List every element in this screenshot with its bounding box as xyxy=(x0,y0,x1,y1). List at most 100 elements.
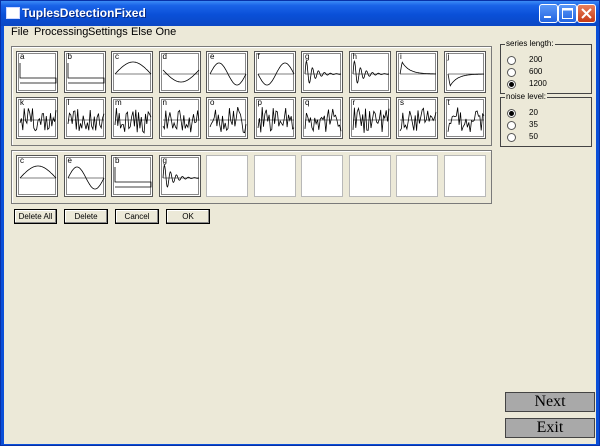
menu-processing[interactable]: Processing xyxy=(34,26,88,39)
application-window: TuplesDetectionFixed File Processing Set… xyxy=(0,0,600,446)
library-pattern-p[interactable]: p xyxy=(253,97,296,139)
minimize-button[interactable] xyxy=(539,4,558,23)
pattern-plot xyxy=(67,109,104,131)
pattern-plot xyxy=(257,62,294,86)
pattern-label: i xyxy=(400,52,402,61)
selection-pattern-g[interactable]: g xyxy=(158,155,201,197)
next-button[interactable]: Next xyxy=(505,392,595,412)
pattern-label: g xyxy=(305,52,310,61)
selection-empty-slot[interactable] xyxy=(206,155,248,197)
client-area: File Processing Settings Else One a b c d e f… xyxy=(4,26,596,444)
pattern-curve xyxy=(447,73,484,87)
pattern-label: b xyxy=(115,156,120,165)
delete-all-button[interactable]: Delete All xyxy=(14,209,57,224)
pattern-label: f xyxy=(257,52,260,61)
menu-settings[interactable]: Settings xyxy=(88,26,128,39)
pattern-curve xyxy=(162,164,199,188)
library-pattern-g[interactable]: g xyxy=(301,51,343,93)
radio-button[interactable] xyxy=(507,80,516,89)
library-pattern-b[interactable]: b xyxy=(63,51,106,93)
radio-button[interactable] xyxy=(507,68,516,77)
pattern-label: q xyxy=(305,98,310,107)
pattern-label: e xyxy=(67,156,72,165)
pattern-curve xyxy=(19,165,57,179)
selection-empty-slot[interactable] xyxy=(253,155,296,197)
title-bar[interactable]: TuplesDetectionFixed xyxy=(1,1,599,26)
maximize-button[interactable] xyxy=(558,4,577,23)
library-pattern-c[interactable]: c xyxy=(111,51,153,93)
maximize-icon xyxy=(562,8,573,19)
pattern-plot xyxy=(447,73,484,87)
cancel-button[interactable]: Cancel xyxy=(115,209,159,224)
menu-file[interactable]: File xyxy=(11,26,29,39)
close-icon xyxy=(581,8,592,19)
delete-button[interactable]: Delete xyxy=(64,209,108,224)
pattern-curve xyxy=(162,109,199,133)
pattern-curve xyxy=(304,108,342,133)
pattern-label: s xyxy=(400,98,404,107)
library-pattern-d[interactable]: d xyxy=(158,51,201,93)
menu-else-one[interactable]: Else One xyxy=(131,26,176,39)
pattern-curve xyxy=(304,60,342,84)
pattern-plot xyxy=(447,107,484,133)
noise-level-group: noise level: 20 35 50 xyxy=(500,92,592,147)
library-pattern-t[interactable]: t xyxy=(443,97,486,139)
library-pattern-s[interactable]: s xyxy=(396,97,438,139)
radio-button[interactable] xyxy=(507,109,516,118)
library-pattern-m[interactable]: m xyxy=(111,97,153,139)
pattern-curve xyxy=(352,60,389,84)
pattern-curve xyxy=(67,63,104,84)
pattern-label: t xyxy=(447,98,450,107)
pattern-label: e xyxy=(210,52,215,61)
library-pattern-r[interactable]: r xyxy=(348,97,391,139)
library-pattern-k[interactable]: k xyxy=(16,97,58,139)
noise-level-legend: noise level: xyxy=(505,92,548,102)
library-pattern-j[interactable]: j xyxy=(443,51,486,93)
radio-label: 35 xyxy=(529,120,538,129)
pattern-label: g xyxy=(162,156,167,165)
main-panel: a b c d e f g h i j k l m n o p q r s t c e b g Delete All Del… xyxy=(9,44,492,439)
library-pattern-i[interactable]: i xyxy=(396,51,438,93)
selection-pattern-c[interactable]: c xyxy=(16,155,58,197)
series-length-group: series length: 200 600 1200 xyxy=(500,39,592,94)
series-length-legend: series length: xyxy=(505,39,555,49)
exit-button[interactable]: Exit xyxy=(505,418,595,438)
radio-label: 200 xyxy=(529,55,543,64)
close-button[interactable] xyxy=(577,4,596,23)
radio-label: 1200 xyxy=(529,79,547,88)
selection-pattern-e[interactable]: e xyxy=(63,155,106,197)
radio-button[interactable] xyxy=(507,133,516,142)
radio-label: 50 xyxy=(529,132,538,141)
pattern-curve xyxy=(19,108,57,132)
pattern-curve xyxy=(114,107,152,134)
selection-empty-slot[interactable] xyxy=(301,155,343,197)
selection-empty-slot[interactable] xyxy=(396,155,438,197)
selection-empty-slot[interactable] xyxy=(443,155,486,197)
radio-label: 20 xyxy=(529,108,538,117)
library-pattern-e[interactable]: e xyxy=(206,51,248,93)
library-pattern-h[interactable]: h xyxy=(348,51,391,93)
library-pattern-o[interactable]: o xyxy=(206,97,248,139)
window-title: TuplesDetectionFixed xyxy=(22,6,146,20)
minimize-icon xyxy=(544,16,551,18)
library-pattern-l[interactable]: l xyxy=(63,97,106,139)
radio-button[interactable] xyxy=(507,121,516,130)
selection-empty-slot[interactable] xyxy=(348,155,391,197)
pattern-curve xyxy=(162,69,199,83)
app-icon xyxy=(6,7,20,19)
ok-button[interactable]: OK xyxy=(166,209,210,224)
pattern-label: p xyxy=(257,98,262,107)
library-pattern-n[interactable]: n xyxy=(158,97,201,139)
pattern-label: o xyxy=(210,98,215,107)
library-pattern-f[interactable]: f xyxy=(253,51,296,93)
pattern-plot xyxy=(352,106,389,133)
library-pattern-q[interactable]: q xyxy=(301,97,343,139)
library-panel: a b c d e f g h i j k l m n o p q r s t xyxy=(11,46,492,146)
library-pattern-a[interactable]: a xyxy=(16,51,58,93)
pattern-label: l xyxy=(67,98,70,107)
radio-button[interactable] xyxy=(507,56,516,65)
pattern-label: a xyxy=(20,52,25,61)
pattern-label: c xyxy=(115,52,119,61)
pattern-curve xyxy=(399,61,436,75)
selection-pattern-b[interactable]: b xyxy=(111,155,153,197)
